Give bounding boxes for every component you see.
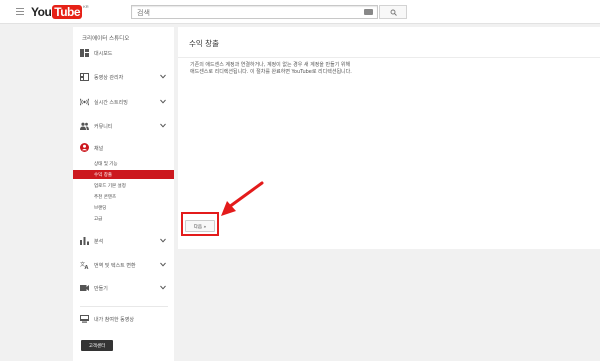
sidebar-item-label: 대시보드 [94,51,113,57]
dashboard-icon [80,49,89,57]
help-center-button-label: 고객센터 [88,344,106,349]
top-header: You Tube KR [0,0,600,24]
sidebar-subitem-label: 고급 [94,217,103,222]
live-streaming-icon [80,98,89,106]
chevron-down-icon[interactable] [160,74,166,79]
sidebar-subitem-featured-content[interactable]: 추천 콘텐츠 [73,192,174,201]
channel-icon [80,143,89,152]
sidebar-item-channel[interactable]: 채널 [73,141,174,155]
chevron-down-icon[interactable] [160,262,166,267]
sidebar-subitem-branding[interactable]: 브랜딩 [73,203,174,212]
logo-tube-text: Tube [52,5,83,19]
youtube-logo[interactable]: You Tube KR [31,4,89,19]
sidebar-item-label: 커뮤니티 [94,124,113,130]
sidebar-item-label: 실시간 스트리밍 [94,100,128,106]
sidebar-item-analytics[interactable]: 분석 [73,234,174,248]
hamburger-menu-icon[interactable] [16,8,24,15]
logo-you-text: You [31,5,52,19]
chevron-down-icon[interactable] [160,238,166,243]
sidebar-divider [80,306,168,307]
sidebar: 크리에이터 스튜디오 대시보드 동영상 관리자 실시간 스트리밍 커뮤니티 채널… [73,27,174,361]
svg-text:A: A [85,265,89,269]
sidebar-item-label: 만들기 [94,286,108,292]
sidebar-subitem-upload-defaults[interactable]: 업로드 기본 설정 [73,181,174,190]
sidebar-item-create[interactable]: 만들기 [73,281,174,295]
help-center-button[interactable]: 고객센터 [81,340,113,351]
page-title: 수익 창출 [189,39,219,48]
sidebar-subitem-advanced[interactable]: 고급 [73,214,174,223]
sidebar-item-contributions[interactable]: 내가 참여한 동영상 [73,312,174,326]
community-icon [80,122,89,130]
sidebar-item-label: 분석 [94,239,104,245]
contributions-icon [80,315,89,323]
sidebar-subitem-label: 브랜딩 [94,206,107,211]
sidebar-item-community[interactable]: 커뮤니티 [73,119,174,133]
logo-region-text: KR [83,4,89,9]
search-box [131,5,378,19]
keyboard-icon[interactable] [364,9,373,15]
chevron-down-icon[interactable] [160,123,166,128]
chevron-down-icon[interactable] [160,285,166,290]
video-manager-icon [80,73,89,81]
sidebar-item-label: 내가 참여한 동영상 [94,317,134,323]
search-button[interactable] [379,5,407,19]
sidebar-item-dashboard[interactable]: 대시보드 [73,46,174,60]
sidebar-subitem-label: 상태 및 기능 [94,162,118,167]
create-icon [80,285,89,291]
chevron-down-icon[interactable] [160,99,166,104]
analytics-icon [80,237,89,245]
sidebar-item-label: 채널 [94,146,104,152]
sidebar-subitem-label: 업로드 기본 설정 [94,184,126,189]
search-icon [390,9,397,16]
main-content-panel: 수익 창출 기존의 애드센스 계정과 연결하거나, 계정이 없는 경우 새 계정… [178,27,600,249]
sidebar-item-video-manager[interactable]: 동영상 관리자 [73,70,174,84]
description-line: 기존의 애드센스 계정과 연결하거나, 계정이 없는 경우 새 계정을 만들기 … [190,62,351,68]
sidebar-subitem-label: 수익 창출 [94,173,112,178]
sidebar-subitem-label: 추천 콘텐츠 [94,195,117,200]
sidebar-item-label: 동영상 관리자 [94,75,124,81]
sidebar-item-translations[interactable]: 文A 번역 및 텍스트 변환 [73,258,174,272]
sidebar-item-label: 번역 및 텍스트 변환 [94,263,136,269]
search-input[interactable] [137,8,357,17]
creator-studio-title[interactable]: 크리에이터 스튜디오 [82,34,129,42]
title-divider [178,57,600,58]
description-line: 애드센스로 리디렉션됩니다. 이 절차를 완료하면 YouTube로 리디렉션됩… [190,69,352,75]
sidebar-subitem-monetization[interactable]: 수익 창출 [73,170,174,179]
translate-icon: 文A [80,261,89,269]
annotation-highlight-box [181,212,219,236]
sidebar-subitem-status[interactable]: 상태 및 기능 [73,159,174,168]
sidebar-item-live-streaming[interactable]: 실시간 스트리밍 [73,95,174,109]
monetization-description: 기존의 애드센스 계정과 연결하거나, 계정이 없는 경우 새 계정을 만들기 … [190,62,490,76]
